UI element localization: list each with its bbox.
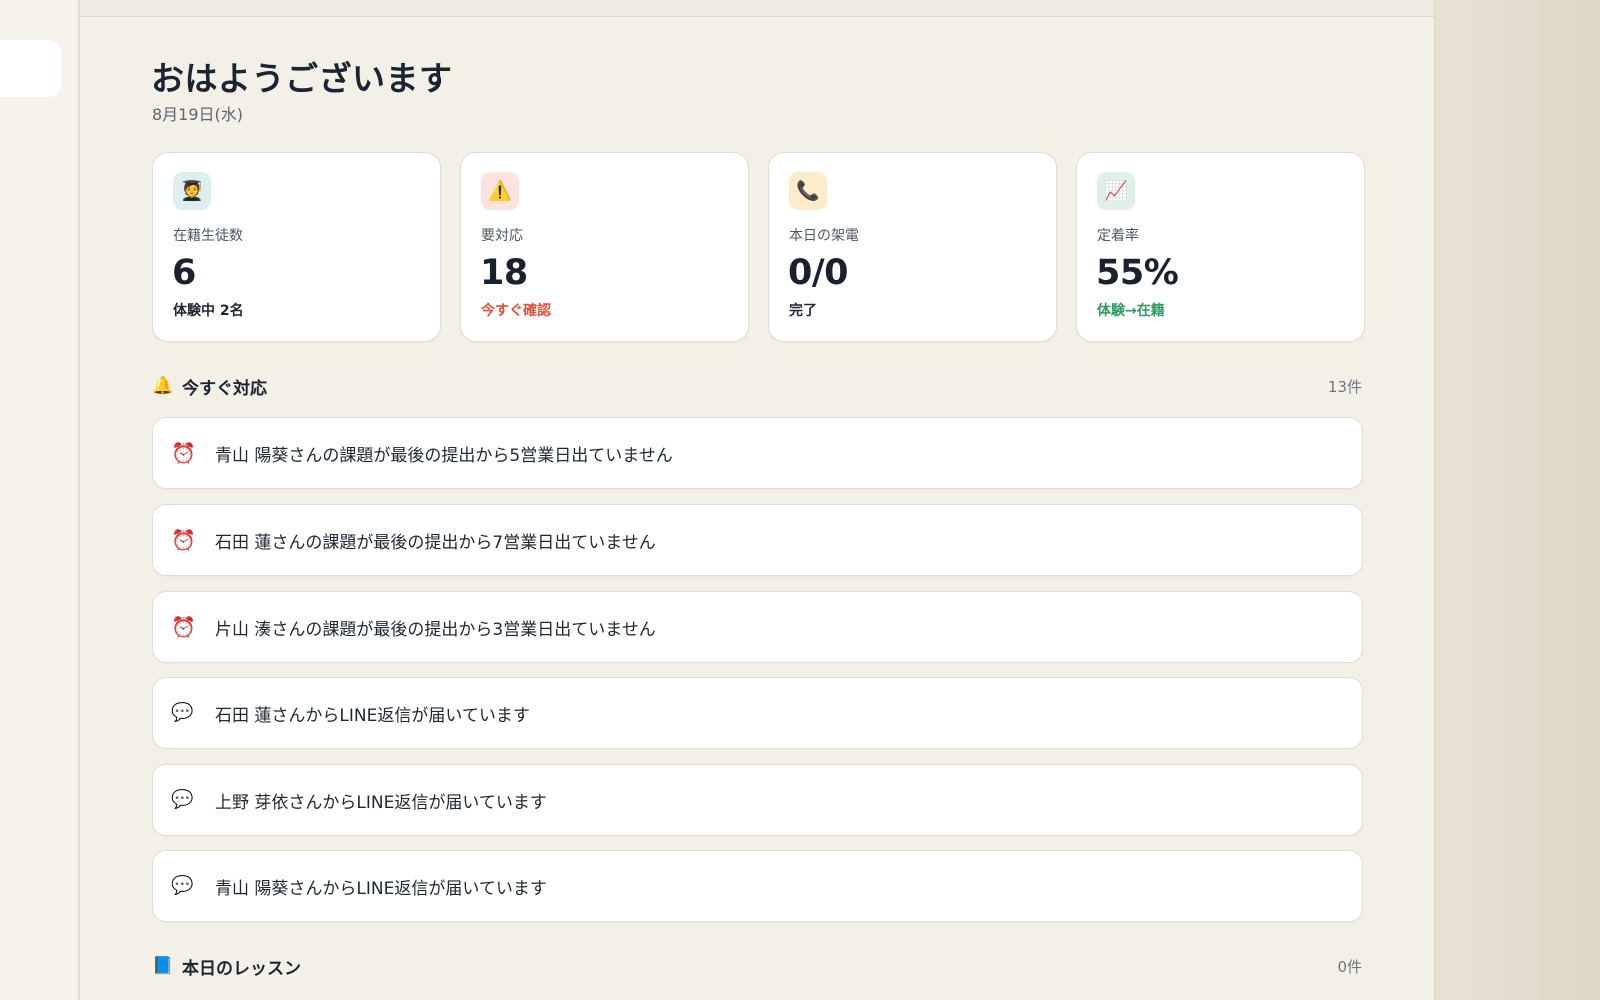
section-count: 13件	[1327, 377, 1362, 396]
alert-item[interactable]: ⏰ 片山 湊さんの課題が最後の提出から3営業日出ていません	[152, 591, 1363, 663]
stat-value: 18	[480, 253, 528, 293]
stat-card-enrolled[interactable]: 🧑‍🎓 在籍生徒数 6 体験中 2名	[152, 152, 441, 342]
stat-value: 6	[172, 253, 196, 293]
main-content: おはようございます 8月19日(水) 🧑‍🎓 在籍生徒数 6 体験中 2名 ⚠️…	[80, 0, 1435, 1000]
alert-item[interactable]: 💬 青山 陽葵さんからLINE返信が届いています	[152, 850, 1363, 922]
graduate-icon: 🧑‍🎓	[173, 172, 211, 210]
alert-text: 石田 蓮さんの課題が最後の提出から7営業日出ていません	[215, 532, 656, 553]
speech-bubble-icon: 💬	[171, 789, 194, 810]
top-bar	[80, 0, 1434, 17]
lessons-section-header: 📘 本日のレッスン 0件	[152, 953, 1362, 979]
current-date: 8月19日(水)	[152, 105, 244, 124]
alert-text: 片山 湊さんの課題が最後の提出から3営業日出ていません	[215, 619, 656, 640]
alert-item[interactable]: ⏰ 石田 蓮さんの課題が最後の提出から7営業日出ていません	[152, 504, 1363, 576]
section-title: 今すぐ対応	[182, 378, 267, 399]
section-count: 0件	[1337, 957, 1362, 976]
urgent-section-header: 🔔 今すぐ対応 13件	[152, 373, 1362, 399]
stat-label: 定着率	[1097, 228, 1139, 244]
stat-value: 55%	[1096, 253, 1179, 293]
chart-up-icon: 📈	[1097, 172, 1135, 210]
sidebar-active-item[interactable]	[0, 40, 61, 97]
alarm-clock-icon: ⏰	[171, 441, 196, 465]
speech-bubble-icon: 💬	[171, 702, 194, 723]
stat-card-action-required[interactable]: ⚠️ 要対応 18 今すぐ確認	[460, 152, 749, 342]
alert-text: 青山 陽葵さんからLINE返信が届いています	[215, 878, 547, 899]
stat-value: 0/0	[788, 253, 849, 293]
stat-label: 在籍生徒数	[173, 228, 243, 244]
warning-icon: ⚠️	[481, 172, 519, 210]
alert-text: 石田 蓮さんからLINE返信が届いています	[215, 705, 530, 726]
speech-bubble-icon: 💬	[171, 875, 194, 896]
alert-text: 上野 芽依さんからLINE返信が届いています	[215, 792, 547, 813]
stat-sub: 体験→在籍	[1097, 303, 1165, 319]
sidebar	[0, 0, 79, 1000]
alert-text: 青山 陽葵さんの課題が最後の提出から5営業日出ていません	[215, 445, 673, 466]
right-pane	[1436, 0, 1600, 1000]
stat-sub: 体験中 2名	[173, 303, 244, 319]
alarm-clock-icon: ⏰	[171, 615, 196, 639]
bell-icon: 🔔	[152, 376, 174, 396]
stat-card-calls-today[interactable]: 📞 本日の架電 0/0 完了	[768, 152, 1057, 342]
page-title: おはようございます	[151, 59, 453, 98]
alarm-clock-icon: ⏰	[171, 528, 196, 552]
section-title: 本日のレッスン	[182, 958, 301, 979]
alert-item[interactable]: 💬 上野 芽依さんからLINE返信が届いています	[152, 764, 1363, 836]
stat-card-retention[interactable]: 📈 定着率 55% 体験→在籍	[1076, 152, 1365, 342]
alert-item[interactable]: 💬 石田 蓮さんからLINE返信が届いています	[152, 677, 1363, 749]
phone-icon: 📞	[789, 172, 827, 210]
stat-label: 要対応	[481, 228, 523, 244]
stat-sub: 完了	[789, 303, 817, 319]
alert-item[interactable]: ⏰ 青山 陽葵さんの課題が最後の提出から5営業日出ていません	[152, 417, 1363, 489]
stat-label: 本日の架電	[789, 228, 859, 244]
book-icon: 📘	[152, 956, 174, 976]
stat-sub: 今すぐ確認	[481, 303, 551, 319]
